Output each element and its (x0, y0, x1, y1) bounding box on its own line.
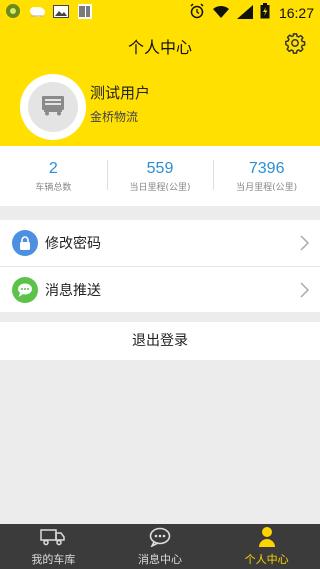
chevron-right-icon (300, 235, 310, 255)
page-title: 个人中心 (127, 38, 192, 57)
tab-personal-center[interactable]: 个人中心 (213, 524, 320, 569)
truck-icon (41, 94, 65, 120)
stat-value: 559 (146, 160, 174, 177)
signal-icon (236, 4, 253, 23)
stat-vehicle-total: 2 车辆总数 (0, 146, 107, 206)
username: 测试用户 (90, 84, 151, 102)
menu-item-label: 修改密码 (45, 236, 101, 252)
stats-panel: 2 车辆总数 559 当日里程(公里) 7396 当月里程(公里) (0, 146, 320, 206)
tab-label: 消息中心 (138, 553, 182, 566)
chat-icon (12, 276, 38, 303)
menu-item-message-push[interactable]: 消息推送 (0, 266, 320, 312)
chevron-right-icon (300, 282, 310, 302)
stat-value: 7396 (248, 160, 285, 177)
chat-bubble-icon (149, 527, 171, 551)
image-notification-icon (52, 3, 70, 19)
stat-monthly-mileage: 7396 当月里程(公里) (213, 146, 320, 206)
gear-icon[interactable] (284, 32, 306, 54)
avatar[interactable] (20, 74, 86, 140)
person-icon (258, 526, 276, 552)
barcode-icon (76, 3, 94, 19)
truck-icon (40, 528, 66, 550)
bottom-nav: 我的车库 消息中心 个人中心 (0, 524, 320, 569)
stat-label: 当月里程(公里) (236, 183, 298, 193)
app-notification-icon (4, 3, 22, 19)
tab-my-garage[interactable]: 我的车库 (0, 524, 107, 569)
logout-button[interactable]: 退出登录 (0, 322, 320, 360)
wifi-icon (212, 4, 230, 23)
battery-charging-icon (260, 3, 270, 23)
stat-label: 车辆总数 (35, 183, 72, 193)
status-bar: 16:27 (0, 0, 320, 24)
alarm-icon (189, 3, 205, 23)
lock-icon (12, 230, 38, 256)
tab-label: 我的车库 (31, 553, 76, 566)
menu-item-change-password[interactable]: 修改密码 (0, 220, 320, 266)
tab-message-center[interactable]: 消息中心 (107, 524, 214, 569)
menu-item-label: 消息推送 (45, 282, 101, 299)
company-name: 金桥物流 (90, 110, 139, 124)
profile-header: 个人中心 测试用户 金桥物流 (0, 24, 320, 146)
stat-label: 当日里程(公里) (129, 183, 191, 193)
tab-label: 个人中心 (244, 553, 289, 566)
stat-value: 2 (48, 160, 58, 177)
weather-icon (28, 3, 46, 19)
status-time: 16:27 (278, 5, 314, 21)
settings-menu: 修改密码 消息推送 (0, 220, 320, 312)
stat-daily-mileage: 559 当日里程(公里) (106, 146, 214, 206)
